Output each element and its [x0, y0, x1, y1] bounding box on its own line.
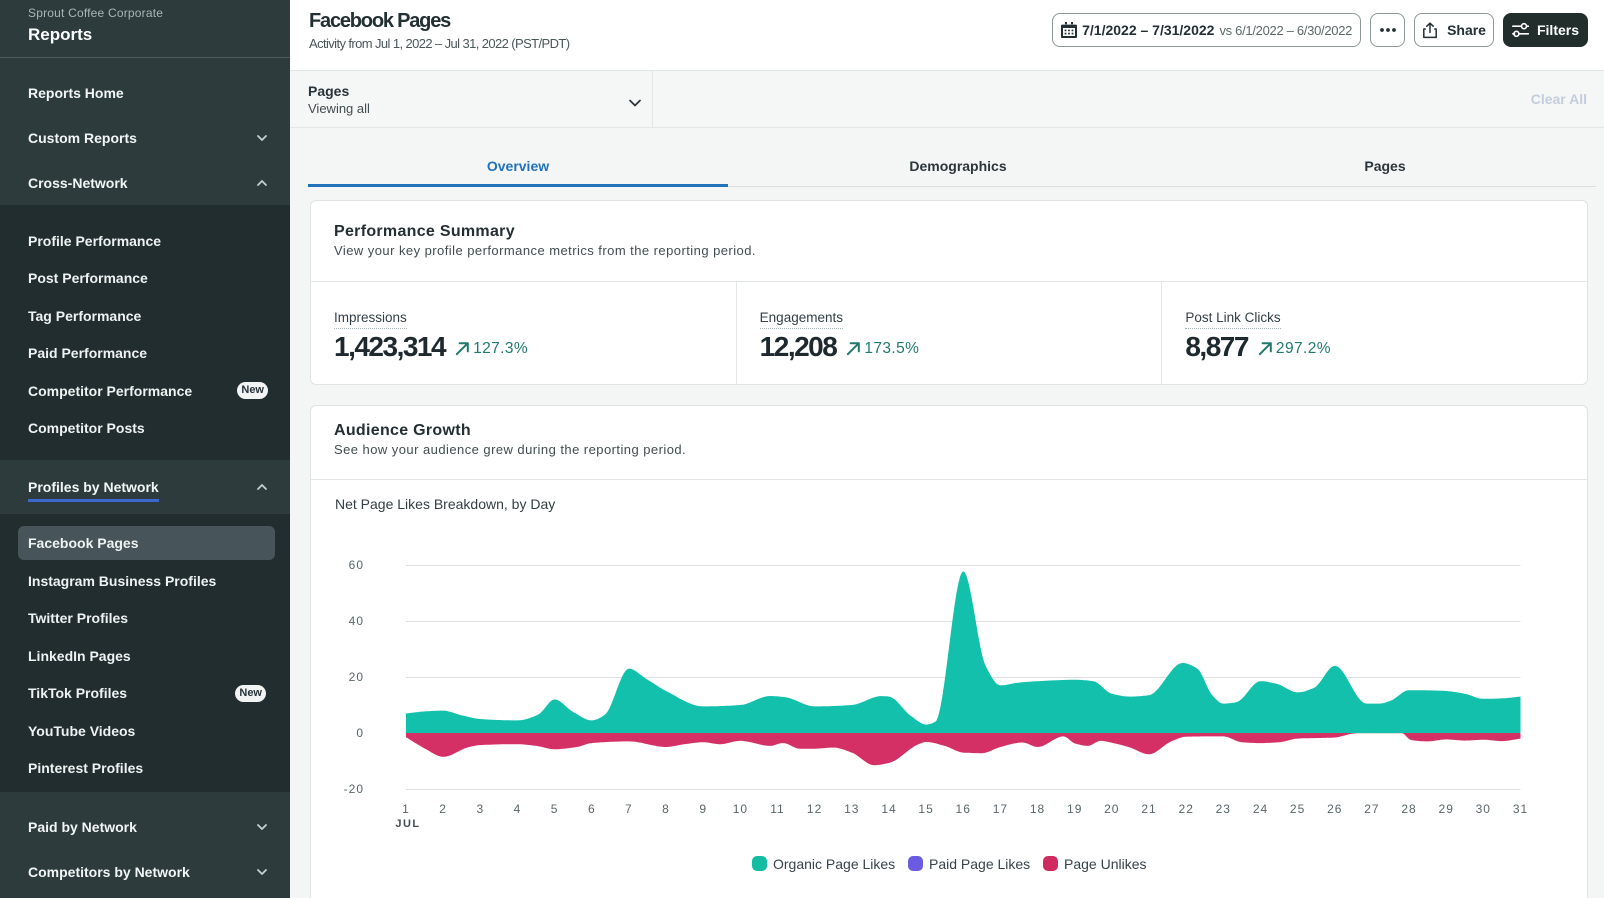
svg-text:6: 6: [588, 802, 596, 816]
svg-text:25: 25: [1290, 802, 1305, 816]
svg-text:29: 29: [1439, 802, 1454, 816]
svg-text:24: 24: [1253, 802, 1268, 816]
svg-text:2: 2: [439, 802, 447, 816]
svg-text:17: 17: [993, 802, 1008, 816]
svg-text:19: 19: [1067, 802, 1082, 816]
svg-text:7: 7: [625, 802, 633, 816]
svg-text:60: 60: [349, 558, 364, 572]
svg-text:27: 27: [1364, 802, 1379, 816]
svg-text:Page Unlikes: Page Unlikes: [1064, 856, 1147, 872]
svg-text:16: 16: [956, 802, 971, 816]
svg-text:4: 4: [514, 802, 522, 816]
svg-text:31: 31: [1513, 802, 1528, 816]
svg-text:12: 12: [807, 802, 822, 816]
svg-text:8: 8: [662, 802, 670, 816]
svg-text:40: 40: [349, 614, 364, 628]
svg-text:21: 21: [1141, 802, 1156, 816]
svg-text:18: 18: [1030, 802, 1045, 816]
svg-text:23: 23: [1216, 802, 1231, 816]
svg-text:5: 5: [551, 802, 559, 816]
svg-text:11: 11: [770, 802, 784, 816]
svg-text:30: 30: [1476, 802, 1491, 816]
svg-text:Paid Page Likes: Paid Page Likes: [929, 856, 1030, 872]
svg-text:0: 0: [356, 726, 364, 740]
svg-text:28: 28: [1401, 802, 1416, 816]
svg-text:-20: -20: [344, 782, 364, 796]
svg-text:1: 1: [402, 802, 410, 816]
svg-text:JUL: JUL: [395, 818, 420, 830]
svg-text:10: 10: [733, 802, 748, 816]
svg-text:26: 26: [1327, 802, 1342, 816]
svg-text:3: 3: [476, 802, 484, 816]
svg-text:22: 22: [1179, 802, 1194, 816]
svg-text:15: 15: [918, 802, 933, 816]
svg-text:13: 13: [844, 802, 859, 816]
svg-text:20: 20: [1104, 802, 1119, 816]
svg-text:20: 20: [349, 670, 364, 684]
svg-text:Organic Page Likes: Organic Page Likes: [773, 856, 895, 872]
svg-text:9: 9: [699, 802, 707, 816]
svg-text:14: 14: [881, 802, 896, 816]
